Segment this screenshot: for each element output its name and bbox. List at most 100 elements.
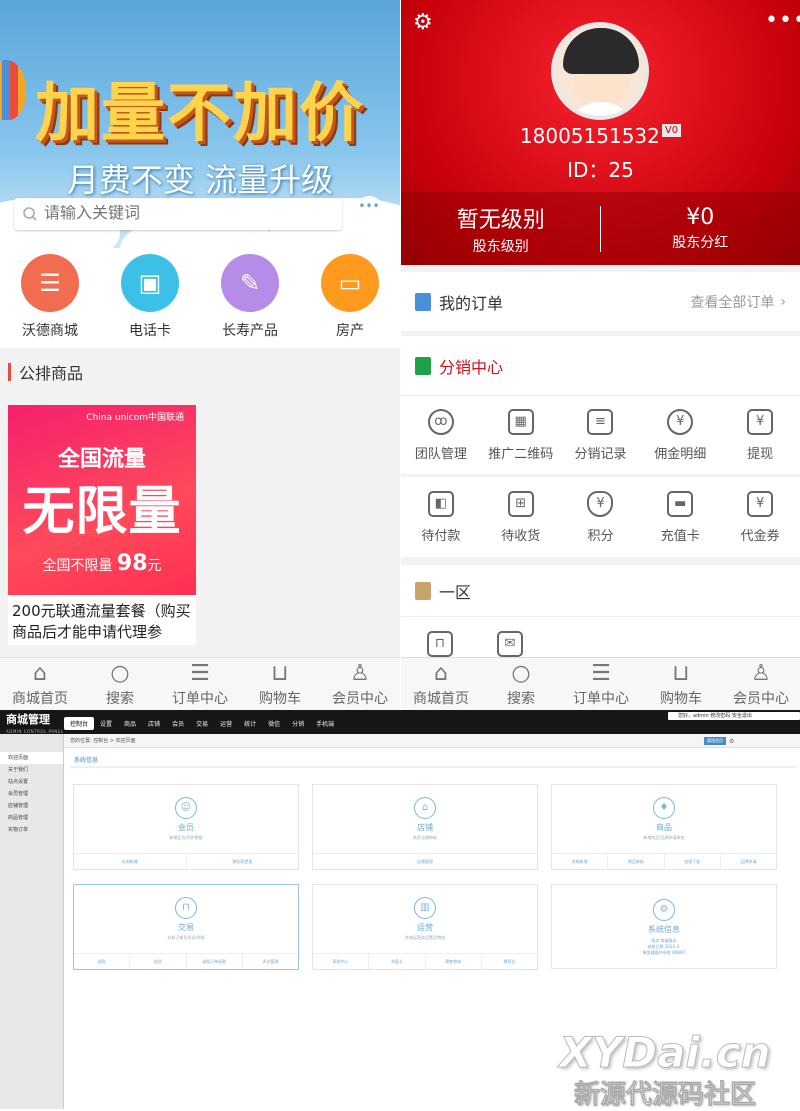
panel-link[interactable]: 充值卡 (369, 954, 425, 969)
tab-search[interactable]: ○搜索 (80, 658, 160, 710)
panel-members[interactable]: ☺会员新增会员/同步数据 本周新增预存款提现 (73, 784, 299, 870)
panel-system-info[interactable]: ⚙ 系统信息 版本 商城基本 安装日期 2016-3- 服务器操作系统 WINN… (551, 884, 777, 969)
panel-link[interactable]: 评论管理 (243, 954, 298, 969)
panel-desc: 新增商品/品牌申请审核 (643, 835, 684, 841)
tab-cart[interactable]: ⊔购物车 (641, 658, 721, 710)
my-orders-row[interactable]: 我的订单 查看全部订单 › (401, 272, 800, 332)
section-title: 公排商品 (19, 360, 83, 384)
nav-trade[interactable]: 交易 (190, 717, 214, 730)
message-icon[interactable]: ••• (356, 196, 382, 218)
tab-member[interactable]: ♙会员中心 (721, 658, 800, 710)
sidebar-item-orders[interactable]: 实物订单 (0, 824, 63, 836)
panel-trade[interactable]: ⊓交易交易订单及投诉/举报 退款退货虚拟订单退款评论管理 (73, 884, 299, 970)
product-title[interactable]: 200元联通流量套餐（购买商品后才能申请代理参 (8, 595, 196, 649)
distribution-records[interactable]: ≡分销记录 (561, 396, 641, 474)
zone-item[interactable]: ⊓ (427, 631, 453, 657)
sidebar-item-welcome[interactable]: 欢迎页面 (0, 752, 63, 764)
panel-link[interactable]: 本周新增 (552, 854, 608, 869)
zone-item[interactable]: ✉ (497, 631, 523, 657)
sidebar-item-members[interactable]: 会员管理 (0, 788, 63, 800)
tab-label: 商城首页 (413, 688, 469, 708)
nav-dashboard[interactable]: 控制台 (64, 717, 94, 730)
admin-subbar: 您的位置: 控制台 > 欢迎页面 管理首页 ⚙ (64, 734, 800, 748)
team-management[interactable]: ꝏ团队管理 (401, 396, 481, 474)
clipboard-icon (415, 293, 431, 311)
recharge-card[interactable]: ▬充值卡 (640, 477, 720, 557)
panel-link[interactable]: 预存款提现 (187, 854, 299, 869)
nav-mobile[interactable]: 手机端 (310, 717, 340, 730)
nav-settings[interactable]: 设置 (94, 717, 118, 730)
tab-home[interactable]: ⌂商城首页 (0, 658, 80, 710)
nav-distribution[interactable]: 分销 (286, 717, 310, 730)
admin-home-button[interactable]: 管理首页 (704, 737, 726, 745)
vip-badge: V0 (662, 124, 681, 137)
panel-link[interactable]: 推荐位 (482, 954, 537, 969)
voucher[interactable]: ¥代金券 (720, 477, 800, 557)
bag-icon: ⊓ (175, 897, 197, 919)
nav-stats[interactable]: 统计 (238, 717, 262, 730)
product-image[interactable]: China unicom中国联通 全国流量 无限量 全国不限量 98元 (8, 405, 196, 595)
pending-payment[interactable]: ◧ 待付款 (401, 477, 481, 557)
panel-link[interactable]: 帮助中心 (313, 954, 369, 969)
nav-operation[interactable]: 运营 (214, 717, 238, 730)
gear-icon[interactable]: ⚙ (729, 738, 734, 745)
admin-user-bar[interactable]: 您好，admin 修改密码 安全退出 (668, 712, 800, 720)
panel-link[interactable]: 品牌申请 (721, 854, 776, 869)
category-woode-mall[interactable]: ☰ 沃德商城 (0, 248, 100, 348)
admin-topbar: 商城管理ADMIN CONTROL PANEL 控制台 设置 商品 店铺 会员 … (0, 710, 800, 734)
commission-detail[interactable]: ¥佣金明细 (640, 396, 720, 474)
panel-operation[interactable]: ▥运营系统运营类设置及审核 帮助中心充值卡预售审核推荐位 (312, 884, 538, 970)
tab-home[interactable]: ⌂商城首页 (401, 658, 481, 710)
avatar[interactable] (551, 22, 649, 120)
panel-link[interactable]: 违规下架 (665, 854, 721, 869)
panel-link[interactable]: 虚拟订单退款 (187, 954, 243, 969)
panel-link[interactable]: 退货 (130, 954, 186, 969)
panel-link[interactable]: 店铺管理 (313, 854, 537, 869)
sidebar-item-site-settings[interactable]: 站点设置 (0, 776, 63, 788)
tab-orders[interactable]: ☰订单中心 (561, 658, 641, 710)
panel-link[interactable]: 本周新增 (74, 854, 187, 869)
panel-link[interactable]: 预售审核 (426, 954, 482, 969)
panel-desc: 交易订单及投诉/举报 (167, 935, 204, 941)
panel-goods[interactable]: ♦商品新增商品/品牌申请审核 本周新增商品审核违规下架品牌申请 (551, 784, 777, 870)
bottom-tab-bar: ⌂商城首页 ○搜索 ☰订单中心 ⊔购物车 ♙会员中心 (401, 657, 800, 710)
more-icon[interactable]: ••• (765, 8, 800, 33)
promo-qrcode[interactable]: ▦推广二维码 (481, 396, 561, 474)
pending-receipt[interactable]: ⊞待收货 (481, 477, 561, 557)
search-input[interactable] (44, 205, 324, 223)
zone-header[interactable]: 一区 (401, 565, 800, 617)
sidebar-item-goods[interactable]: 商品管理 (0, 812, 63, 824)
sidebar-item-stores[interactable]: 店铺管理 (0, 800, 63, 812)
tab-label: 订单中心 (573, 688, 629, 708)
my-orders-card: 我的订单 查看全部订单 › (401, 272, 800, 332)
points[interactable]: ¥积分 (561, 477, 641, 557)
category-phone-card[interactable]: ▣ 电话卡 (100, 248, 200, 348)
stat-dividend[interactable]: ¥0股东分红 (601, 192, 800, 265)
view-all-orders-link[interactable]: 查看全部订单 (690, 292, 774, 312)
panel-link[interactable]: 退款 (74, 954, 130, 969)
category-longevity[interactable]: ✎ 长寿产品 (200, 248, 300, 348)
nav-goods[interactable]: 商品 (118, 717, 142, 730)
user-icon: ♙ (751, 660, 771, 688)
sidebar-item-about[interactable]: 关于我们 (0, 764, 63, 776)
tab-cart[interactable]: ⊔购物车 (240, 658, 320, 710)
gear-icon[interactable]: ⚙ (413, 10, 433, 35)
stat-level[interactable]: 暂无级别股东级别 (401, 192, 601, 265)
panel-stores[interactable]: ⌂店铺新开店铺审核 店铺管理 (312, 784, 538, 870)
house-icon: ▭ (321, 254, 379, 312)
nav-stores[interactable]: 店铺 (142, 717, 166, 730)
wallet-icon: ◧ (428, 491, 454, 517)
nav-wechat[interactable]: 微信 (262, 717, 286, 730)
withdraw[interactable]: ¥提现 (720, 396, 800, 474)
tab-member[interactable]: ♙会员中心 (320, 658, 400, 710)
tab-orders[interactable]: ☰订单中心 (160, 658, 240, 710)
panel-link[interactable]: 商品审核 (608, 854, 664, 869)
nav-members[interactable]: 会员 (166, 717, 190, 730)
grid-label: 待付款 (421, 525, 460, 544)
search-box[interactable] (14, 198, 342, 230)
panel-desc: 新增会员/同步数据 (169, 835, 202, 841)
tab-search[interactable]: ○搜索 (481, 658, 561, 710)
category-real-estate[interactable]: ▭ 房产 (300, 248, 400, 348)
panel-name: 会员 (178, 822, 194, 833)
product-card[interactable]: China unicom中国联通 全国流量 无限量 全国不限量 98元 200元… (8, 405, 196, 645)
